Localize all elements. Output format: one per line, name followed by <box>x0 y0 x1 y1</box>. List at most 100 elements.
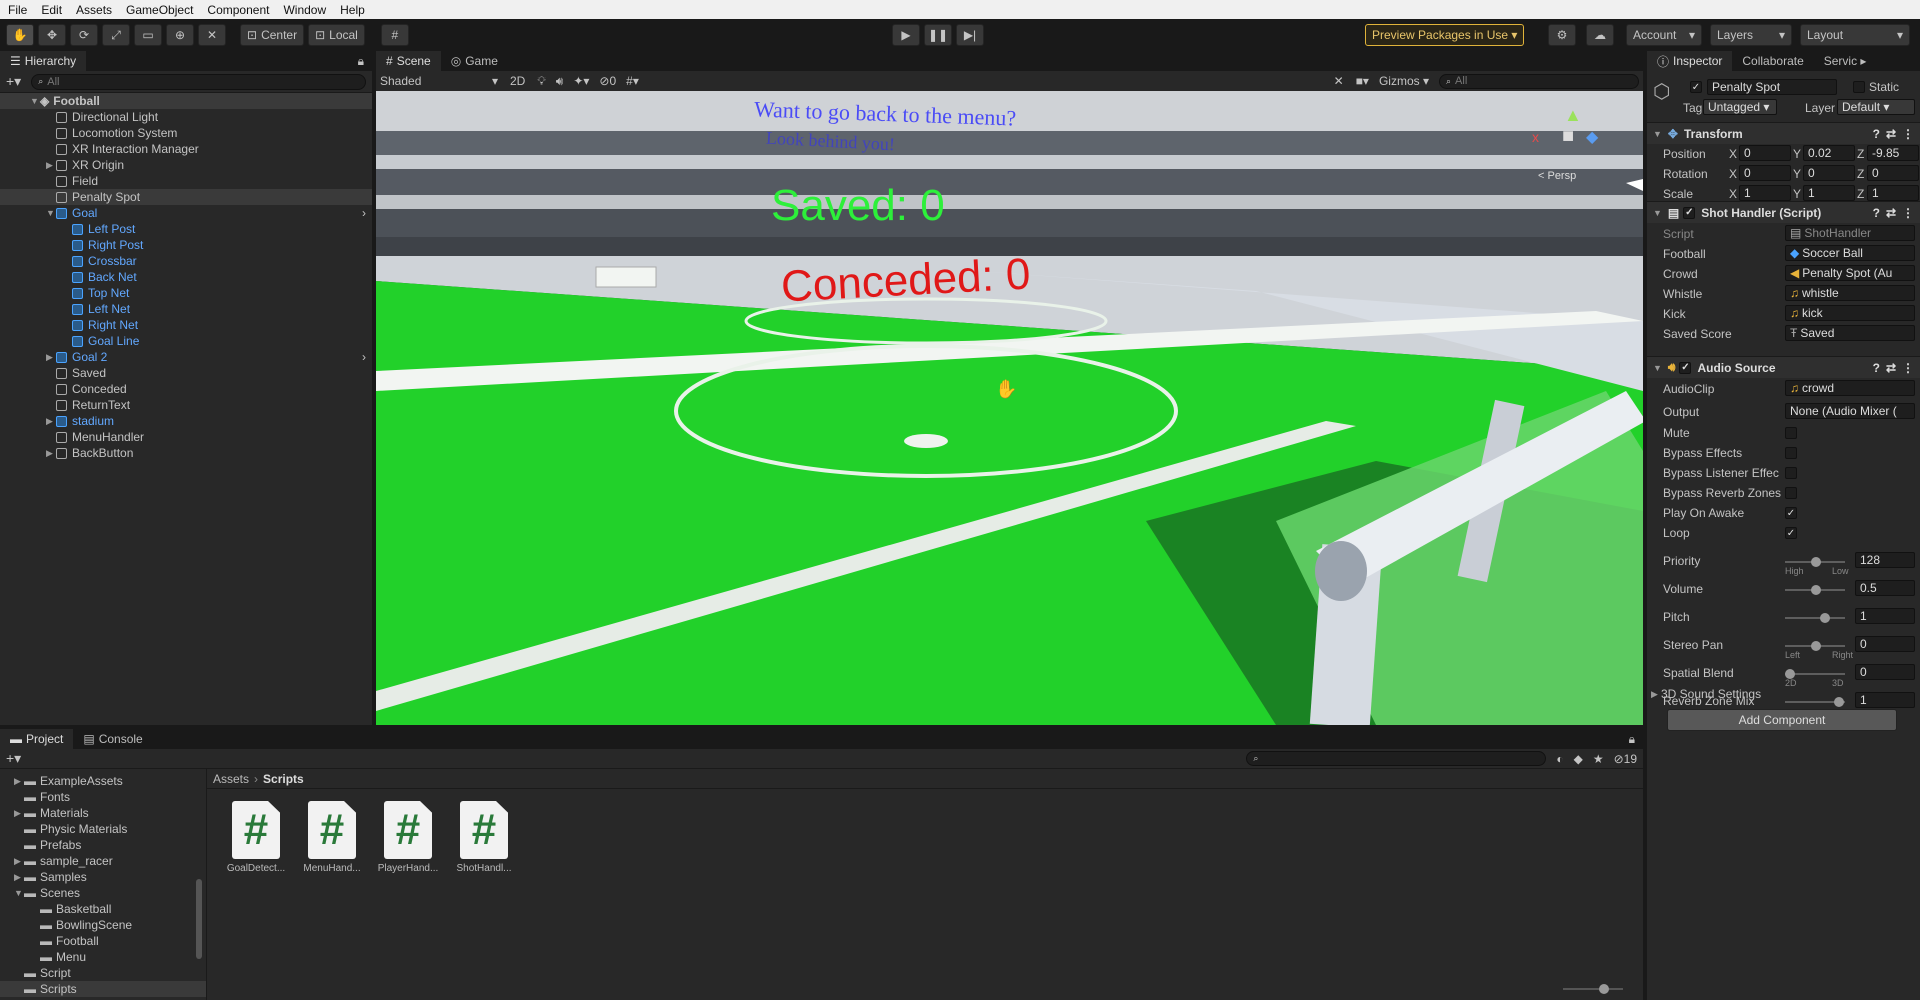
project-folder-item[interactable]: ▬ Prefabs <box>0 837 206 853</box>
audio-slider-track[interactable] <box>1785 697 1845 707</box>
custom-tool-icon[interactable]: ✕ <box>198 24 226 46</box>
position-x-field[interactable]: 0 <box>1739 145 1791 161</box>
hierarchy-item[interactable]: Crossbar <box>0 253 372 269</box>
shot-handler-object-field[interactable]: ▤ ShotHandler <box>1785 225 1915 241</box>
hierarchy-item[interactable]: MenuHandler <box>0 429 372 445</box>
add-icon[interactable]: +▾ <box>6 73 21 90</box>
chevron-right-icon[interactable]: ▶ <box>14 856 24 867</box>
tab-services[interactable]: Servic ▸ <box>1814 51 1877 71</box>
project-folder-item[interactable]: ▬ Fonts <box>0 789 206 805</box>
shot-handler-object-field[interactable]: ◆ Soccer Ball <box>1785 245 1915 261</box>
scene-search[interactable]: ⌕ All <box>1439 73 1639 89</box>
project-folder-item[interactable]: ▬ Scripts <box>0 981 206 997</box>
chevron-down-icon[interactable]: ▼ <box>14 888 24 898</box>
chevron-right-icon[interactable]: ▶ <box>46 160 56 171</box>
audio-slider-value-field[interactable]: 128 <box>1855 552 1915 568</box>
hierarchy-item[interactable]: ▶ Goal 2 › <box>0 349 372 365</box>
toggle-2d-button[interactable]: 2D <box>510 74 525 88</box>
project-folder-item[interactable]: ▬ Script <box>0 965 206 981</box>
hierarchy-item[interactable]: Left Net <box>0 301 372 317</box>
audio-slider-knob[interactable] <box>1819 613 1830 623</box>
preset-icon[interactable]: ⇄ <box>1886 361 1896 375</box>
audio-slider-knob[interactable] <box>1811 557 1821 567</box>
chevron-down-icon[interactable]: ▼ <box>1653 363 1662 373</box>
scale-y-field[interactable]: 1 <box>1803 185 1855 201</box>
hierarchy-item[interactable]: ▶ BackButton <box>0 445 372 461</box>
persp-label[interactable]: < Persp <box>1538 170 1576 182</box>
hierarchy-item[interactable]: ▼ Goal › <box>0 205 372 221</box>
project-folder-item[interactable]: ▶ ▬ Samples <box>0 869 206 885</box>
preset-icon[interactable]: ⇄ <box>1886 206 1896 220</box>
open-prefab-icon[interactable]: › <box>362 206 366 220</box>
scale-z-field[interactable]: 1 <box>1867 185 1919 201</box>
audio-slider-value-field[interactable]: 0 <box>1855 664 1915 680</box>
menu-help[interactable]: Help <box>340 3 365 17</box>
hierarchy-item[interactable]: Locomotion System <box>0 125 372 141</box>
audio-source-enabled[interactable]: ✓ <box>1679 361 1692 374</box>
pause-button[interactable]: ❚❚ <box>924 24 952 46</box>
layout-dropdown[interactable]: Layout ▾ <box>1800 24 1910 46</box>
audio-slider-value-field[interactable]: 1 <box>1855 608 1915 624</box>
move-tool-icon[interactable]: ✥ <box>38 24 66 46</box>
audio-slider-value-field[interactable]: 0 <box>1855 636 1915 652</box>
filter-type-icon[interactable]: ◐ <box>1556 752 1563 766</box>
chevron-right-icon[interactable]: ▶ <box>1651 689 1661 700</box>
audio-option-checkbox[interactable]: ✓ <box>1785 527 1797 539</box>
project-folder-item[interactable]: ▼ ▬ Scenes <box>0 885 206 901</box>
shot-handler-object-field[interactable]: ◀ Penalty Spot (Au <box>1785 265 1915 281</box>
rotate-tool-icon[interactable]: ⟳ <box>70 24 98 46</box>
add-icon[interactable]: +▾ <box>6 750 21 767</box>
menu-file[interactable]: File <box>8 3 27 17</box>
tab-console[interactable]: ▤ Console <box>73 729 152 749</box>
tab-scene[interactable]: # Scene <box>376 51 441 71</box>
object-name-field[interactable]: Penalty Spot <box>1707 79 1837 95</box>
menu-edit[interactable]: Edit <box>41 3 62 17</box>
project-folder-item[interactable]: ▬ Football <box>0 933 206 949</box>
transform-header[interactable]: ▼ ✥ Transform ? ⇄ ⋮ <box>1647 122 1920 144</box>
cloud-icon[interactable]: ☁ <box>1586 24 1614 46</box>
hierarchy-item[interactable]: ▶ XR Origin <box>0 157 372 173</box>
hierarchy-item[interactable]: Back Net <box>0 269 372 285</box>
audio-slider-value-field[interactable]: 0.5 <box>1855 580 1915 596</box>
lock-icon[interactable]: 🔒︎ <box>358 54 364 69</box>
audio-slider-knob[interactable] <box>1811 641 1821 651</box>
audio-option-checkbox[interactable] <box>1785 427 1797 439</box>
hidden-packages-icon[interactable]: ⊘ <box>1614 752 1624 766</box>
rect-tool-icon[interactable]: ▭ <box>134 24 162 46</box>
chevron-down-icon[interactable]: ▼ <box>30 96 40 106</box>
hand-tool-icon[interactable]: ✋ <box>6 24 34 46</box>
static-checkbox[interactable] <box>1853 81 1865 93</box>
step-button[interactable]: ▶| <box>956 24 984 46</box>
audio-option-checkbox[interactable] <box>1785 447 1797 459</box>
project-search[interactable]: ⌕ <box>1246 751 1547 766</box>
hierarchy-item[interactable]: Field <box>0 173 372 189</box>
more-icon[interactable]: ⋮ <box>1902 127 1914 141</box>
tools-icon[interactable]: ✕ <box>1334 74 1344 88</box>
audio-slider-track[interactable] <box>1785 641 1845 651</box>
project-folder-item[interactable]: ▶ ▬ sample_racer <box>0 853 206 869</box>
audio-icon[interactable]: 🔊︎ <box>556 74 564 89</box>
chevron-down-icon[interactable]: ▼ <box>1653 208 1662 218</box>
project-folder-item[interactable]: ▶ ▬ ExampleAssets <box>0 773 206 789</box>
active-checkbox[interactable]: ✓ <box>1690 81 1702 93</box>
tab-inspector[interactable]: ⓘ Inspector <box>1647 51 1733 71</box>
tab-hierarchy[interactable]: ☰ Hierarchy <box>0 51 87 71</box>
audioclip-field[interactable]: ♫ crowd <box>1785 380 1915 396</box>
audio-slider-knob[interactable] <box>1811 585 1821 595</box>
light-icon[interactable]: 💡︎ <box>537 74 545 89</box>
tab-collaborate[interactable]: Collaborate <box>1732 51 1813 71</box>
menu-gameobject[interactable]: GameObject <box>126 3 193 17</box>
transform-tool-icon[interactable]: ⊕ <box>166 24 194 46</box>
position-z-field[interactable]: -9.85 <box>1867 145 1919 161</box>
audio-source-header[interactable]: ▼ 🔊︎ ✓ Audio Source ? ⇄ ⋮ <box>1647 356 1920 378</box>
shot-handler-header[interactable]: ▼ ▤ ✓ Shot Handler (Script) ? ⇄ ⋮ <box>1647 201 1920 223</box>
audio-slider-track[interactable] <box>1785 669 1845 679</box>
shot-handler-object-field[interactable]: ♫ whistle <box>1785 285 1915 301</box>
audio-option-checkbox[interactable]: ✓ <box>1785 507 1797 519</box>
scene-gizmo[interactable]: ▲ x ◆ ■ <box>1526 105 1616 175</box>
chevron-right-icon[interactable]: ▶ <box>46 352 56 363</box>
project-folder-item[interactable]: ▬ Menu <box>0 949 206 965</box>
chevron-right-icon[interactable]: ▶ <box>14 808 24 819</box>
project-folder-item[interactable]: ▬ Basketball <box>0 901 206 917</box>
chevron-down-icon[interactable]: ▼ <box>46 208 56 218</box>
